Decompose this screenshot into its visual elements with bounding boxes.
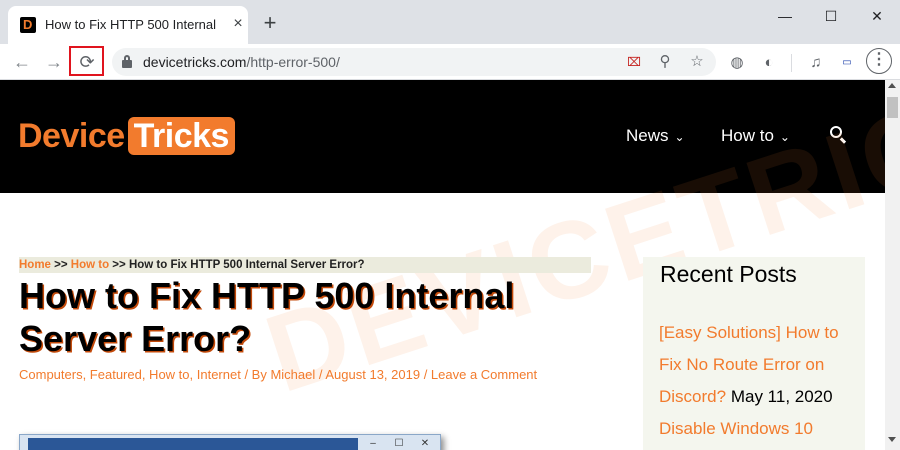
breadcrumb-home[interactable]: Home bbox=[19, 259, 51, 271]
maximize-button[interactable]: ☐ bbox=[808, 2, 854, 30]
page-viewport: Device Tricks News ⌄ How to ⌄ DEVICETRICKS… bbox=[0, 80, 900, 450]
active-tab[interactable]: How to Fix HTTP 500 Internal Server Erro… bbox=[8, 6, 248, 44]
breadcrumb-current: How to Fix HTTP 500 Internal Server Erro… bbox=[128, 259, 365, 271]
recent-posts-sidebar: Recent Posts [Easy Solutions] How to Fix… bbox=[643, 257, 865, 450]
sidebar-title: Recent Posts bbox=[660, 261, 797, 287]
globe-extension-icon[interactable]: ◍ bbox=[726, 52, 748, 74]
post-categories[interactable]: Computers, Featured, How to, Internet bbox=[19, 367, 241, 382]
scroll-thumb[interactable] bbox=[887, 97, 898, 118]
logo-tricks-text: Tricks bbox=[127, 117, 235, 155]
article-screenshot-image: – ☐ ✕ bbox=[19, 434, 441, 450]
zoom-icon[interactable]: ⚲ bbox=[655, 52, 675, 72]
tab-close-icon[interactable]: × bbox=[228, 14, 248, 34]
breadcrumb-how-to[interactable]: How to bbox=[71, 259, 109, 271]
media-control-icon[interactable]: ♫ bbox=[805, 52, 827, 74]
recent-post-date: May 11, 2020 bbox=[730, 387, 833, 406]
bookmark-star-icon[interactable]: ☆ bbox=[687, 52, 707, 72]
recent-post-item[interactable]: Disable Windows 10 bbox=[659, 413, 864, 445]
reload-button[interactable]: ⟳ bbox=[73, 48, 101, 76]
browser-toolbar: ← → ⟳ devicetricks.com/http-error-500/ ⌧… bbox=[0, 44, 900, 80]
tab-title: How to Fix HTTP 500 Internal Server Erro… bbox=[45, 17, 220, 32]
recent-post-link[interactable]: Disable Windows 10 bbox=[659, 419, 813, 438]
site-favicon-icon bbox=[20, 17, 36, 33]
menu-kebab-icon[interactable]: ⋮ bbox=[866, 48, 892, 74]
forward-button[interactable]: → bbox=[40, 48, 68, 76]
leave-comment-link[interactable]: Leave a Comment bbox=[431, 367, 537, 382]
site-logo[interactable]: Device Tricks bbox=[18, 116, 235, 156]
page-scrollbar[interactable] bbox=[885, 80, 900, 450]
blocked-popup-icon[interactable]: ⌧ bbox=[624, 52, 644, 72]
profile-avatar-icon[interactable]: ▭ bbox=[836, 52, 858, 74]
post-author[interactable]: Michael bbox=[270, 367, 315, 382]
url-text[interactable]: devicetricks.com/http-error-500/ bbox=[143, 54, 340, 70]
page-title: How to Fix HTTP 500 Internal Server Erro… bbox=[19, 275, 515, 359]
nav-news[interactable]: News ⌄ bbox=[626, 126, 685, 146]
toolbar-separator bbox=[791, 54, 792, 72]
recent-post-item[interactable]: [Easy Solutions] How to Fix No Route Err… bbox=[659, 317, 864, 413]
extension-icon[interactable]: ◐ bbox=[758, 52, 780, 74]
scroll-up-arrow-icon[interactable] bbox=[888, 83, 896, 88]
scroll-down-arrow-icon[interactable] bbox=[888, 437, 896, 442]
breadcrumb: Home >> How to >> How to Fix HTTP 500 In… bbox=[19, 257, 591, 273]
chevron-down-icon: ⌄ bbox=[674, 130, 685, 144]
tab-strip: How to Fix HTTP 500 Internal Server Erro… bbox=[0, 0, 900, 44]
logo-device-text: Device bbox=[18, 116, 125, 155]
back-button[interactable]: ← bbox=[8, 48, 36, 76]
post-meta: Computers, Featured, How to, Internet / … bbox=[19, 367, 538, 382]
new-tab-button[interactable]: + bbox=[258, 12, 282, 36]
close-window-button[interactable]: ✕ bbox=[854, 2, 900, 30]
address-bar[interactable]: devicetricks.com/http-error-500/ ⌧ ⚲ ☆ bbox=[112, 48, 716, 76]
post-date: August 13, 2019 bbox=[325, 367, 421, 382]
lock-icon bbox=[122, 55, 132, 68]
minimize-button[interactable]: — bbox=[762, 2, 808, 30]
